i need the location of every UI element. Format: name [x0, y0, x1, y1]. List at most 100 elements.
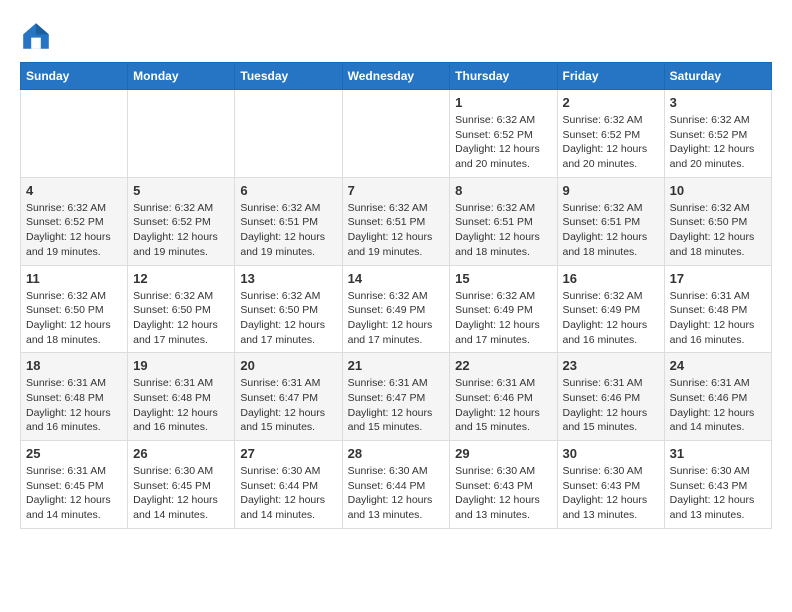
- day-number: 29: [455, 446, 551, 461]
- calendar-cell: [342, 90, 450, 178]
- day-number: 25: [26, 446, 122, 461]
- calendar-cell: [235, 90, 342, 178]
- day-number: 30: [563, 446, 659, 461]
- day-info: Sunrise: 6:32 AM Sunset: 6:50 PM Dayligh…: [26, 289, 122, 348]
- day-number: 24: [670, 358, 766, 373]
- week-row-3: 11 Sunrise: 6:32 AM Sunset: 6:50 PM Dayli…: [21, 265, 772, 353]
- day-info: Sunrise: 6:30 AM Sunset: 6:44 PM Dayligh…: [348, 464, 445, 523]
- weekday-header-saturday: Saturday: [664, 63, 771, 90]
- calendar-cell: 4 Sunrise: 6:32 AM Sunset: 6:52 PM Daylig…: [21, 177, 128, 265]
- calendar-cell: 29 Sunrise: 6:30 AM Sunset: 6:43 PM Dayli…: [450, 441, 557, 529]
- day-number: 11: [26, 271, 122, 286]
- day-number: 26: [133, 446, 229, 461]
- day-number: 16: [563, 271, 659, 286]
- day-number: 10: [670, 183, 766, 198]
- weekday-header-tuesday: Tuesday: [235, 63, 342, 90]
- day-info: Sunrise: 6:32 AM Sunset: 6:52 PM Dayligh…: [26, 201, 122, 260]
- calendar-cell: 13 Sunrise: 6:32 AM Sunset: 6:50 PM Dayli…: [235, 265, 342, 353]
- day-info: Sunrise: 6:31 AM Sunset: 6:48 PM Dayligh…: [133, 376, 229, 435]
- day-number: 19: [133, 358, 229, 373]
- calendar-cell: 6Sunrise: 6:32 AM Sunset: 6:51 PM Daylig…: [235, 177, 342, 265]
- weekday-header-monday: Monday: [128, 63, 235, 90]
- page-header: [20, 20, 772, 52]
- calendar-cell: 10 Sunrise: 6:32 AM Sunset: 6:50 PM Dayli…: [664, 177, 771, 265]
- day-info: Sunrise: 6:30 AM Sunset: 6:43 PM Dayligh…: [455, 464, 551, 523]
- calendar-cell: 1 Sunrise: 6:32 AM Sunset: 6:52 PM Daylig…: [450, 90, 557, 178]
- day-info: Sunrise: 6:32 AM Sunset: 6:51 PM Dayligh…: [455, 201, 551, 260]
- day-number: 31: [670, 446, 766, 461]
- day-number: 17: [670, 271, 766, 286]
- logo: [20, 20, 58, 52]
- day-info: Sunrise: 6:32 AM Sunset: 6:52 PM Dayligh…: [563, 113, 659, 172]
- day-number: 27: [240, 446, 336, 461]
- day-number: 9: [563, 183, 659, 198]
- week-row-5: 25 Sunrise: 6:31 AM Sunset: 6:45 PM Dayli…: [21, 441, 772, 529]
- calendar-cell: 25 Sunrise: 6:31 AM Sunset: 6:45 PM Dayli…: [21, 441, 128, 529]
- weekday-header-wednesday: Wednesday: [342, 63, 450, 90]
- day-number: 23: [563, 358, 659, 373]
- day-info: Sunrise: 6:32 AM Sunset: 6:49 PM Dayligh…: [563, 289, 659, 348]
- day-number: 7: [348, 183, 445, 198]
- day-number: 6: [240, 183, 336, 198]
- week-row-1: 1 Sunrise: 6:32 AM Sunset: 6:52 PM Daylig…: [21, 90, 772, 178]
- day-number: 1: [455, 95, 551, 110]
- calendar-cell: 19 Sunrise: 6:31 AM Sunset: 6:48 PM Dayli…: [128, 353, 235, 441]
- calendar-table: SundayMondayTuesdayWednesdayThursdayFrid…: [20, 62, 772, 529]
- weekday-header-row: SundayMondayTuesdayWednesdayThursdayFrid…: [21, 63, 772, 90]
- weekday-header-sunday: Sunday: [21, 63, 128, 90]
- calendar-cell: 3Sunrise: 6:32 AM Sunset: 6:52 PM Daylig…: [664, 90, 771, 178]
- day-info: Sunrise: 6:32 AM Sunset: 6:51 PM Dayligh…: [563, 201, 659, 260]
- day-number: 15: [455, 271, 551, 286]
- day-number: 12: [133, 271, 229, 286]
- day-info: Sunrise: 6:31 AM Sunset: 6:45 PM Dayligh…: [26, 464, 122, 523]
- day-info: Sunrise: 6:31 AM Sunset: 6:47 PM Dayligh…: [348, 376, 445, 435]
- weekday-header-thursday: Thursday: [450, 63, 557, 90]
- day-info: Sunrise: 6:30 AM Sunset: 6:43 PM Dayligh…: [563, 464, 659, 523]
- calendar-cell: [128, 90, 235, 178]
- day-number: 22: [455, 358, 551, 373]
- calendar-cell: 11 Sunrise: 6:32 AM Sunset: 6:50 PM Dayli…: [21, 265, 128, 353]
- calendar-cell: 27 Sunrise: 6:30 AM Sunset: 6:44 PM Dayli…: [235, 441, 342, 529]
- calendar-cell: 21Sunrise: 6:31 AM Sunset: 6:47 PM Dayli…: [342, 353, 450, 441]
- day-info: Sunrise: 6:31 AM Sunset: 6:46 PM Dayligh…: [670, 376, 766, 435]
- day-info: Sunrise: 6:32 AM Sunset: 6:52 PM Dayligh…: [133, 201, 229, 260]
- day-number: 8: [455, 183, 551, 198]
- calendar-cell: 14Sunrise: 6:32 AM Sunset: 6:49 PM Dayli…: [342, 265, 450, 353]
- calendar-cell: 16 Sunrise: 6:32 AM Sunset: 6:49 PM Dayli…: [557, 265, 664, 353]
- calendar-cell: 18 Sunrise: 6:31 AM Sunset: 6:48 PM Dayli…: [21, 353, 128, 441]
- day-info: Sunrise: 6:30 AM Sunset: 6:45 PM Dayligh…: [133, 464, 229, 523]
- day-info: Sunrise: 6:30 AM Sunset: 6:44 PM Dayligh…: [240, 464, 336, 523]
- calendar-cell: 17 Sunrise: 6:31 AM Sunset: 6:48 PM Dayli…: [664, 265, 771, 353]
- calendar-cell: 30 Sunrise: 6:30 AM Sunset: 6:43 PM Dayli…: [557, 441, 664, 529]
- calendar-cell: 22 Sunrise: 6:31 AM Sunset: 6:46 PM Dayli…: [450, 353, 557, 441]
- day-info: Sunrise: 6:31 AM Sunset: 6:48 PM Dayligh…: [26, 376, 122, 435]
- day-info: Sunrise: 6:31 AM Sunset: 6:46 PM Dayligh…: [563, 376, 659, 435]
- day-number: 2: [563, 95, 659, 110]
- day-number: 13: [240, 271, 336, 286]
- day-number: 3: [670, 95, 766, 110]
- day-info: Sunrise: 6:31 AM Sunset: 6:48 PM Dayligh…: [670, 289, 766, 348]
- day-info: Sunrise: 6:32 AM Sunset: 6:50 PM Dayligh…: [240, 289, 336, 348]
- calendar-cell: 15Sunrise: 6:32 AM Sunset: 6:49 PM Dayli…: [450, 265, 557, 353]
- day-number: 28: [348, 446, 445, 461]
- calendar-cell: 7 Sunrise: 6:32 AM Sunset: 6:51 PM Daylig…: [342, 177, 450, 265]
- calendar-cell: 9 Sunrise: 6:32 AM Sunset: 6:51 PM Daylig…: [557, 177, 664, 265]
- day-info: Sunrise: 6:31 AM Sunset: 6:47 PM Dayligh…: [240, 376, 336, 435]
- day-info: Sunrise: 6:32 AM Sunset: 6:50 PM Dayligh…: [133, 289, 229, 348]
- logo-icon: [20, 20, 52, 52]
- day-info: Sunrise: 6:32 AM Sunset: 6:51 PM Dayligh…: [348, 201, 445, 260]
- calendar-cell: 24 Sunrise: 6:31 AM Sunset: 6:46 PM Dayli…: [664, 353, 771, 441]
- day-info: Sunrise: 6:31 AM Sunset: 6:46 PM Dayligh…: [455, 376, 551, 435]
- day-number: 14: [348, 271, 445, 286]
- day-number: 4: [26, 183, 122, 198]
- calendar-cell: 5Sunrise: 6:32 AM Sunset: 6:52 PM Daylig…: [128, 177, 235, 265]
- day-info: Sunrise: 6:30 AM Sunset: 6:43 PM Dayligh…: [670, 464, 766, 523]
- calendar-cell: 20Sunrise: 6:31 AM Sunset: 6:47 PM Dayli…: [235, 353, 342, 441]
- calendar-cell: 8 Sunrise: 6:32 AM Sunset: 6:51 PM Daylig…: [450, 177, 557, 265]
- day-info: Sunrise: 6:32 AM Sunset: 6:52 PM Dayligh…: [455, 113, 551, 172]
- calendar-cell: [21, 90, 128, 178]
- calendar-cell: 26 Sunrise: 6:30 AM Sunset: 6:45 PM Dayli…: [128, 441, 235, 529]
- day-info: Sunrise: 6:32 AM Sunset: 6:50 PM Dayligh…: [670, 201, 766, 260]
- day-number: 18: [26, 358, 122, 373]
- week-row-2: 4 Sunrise: 6:32 AM Sunset: 6:52 PM Daylig…: [21, 177, 772, 265]
